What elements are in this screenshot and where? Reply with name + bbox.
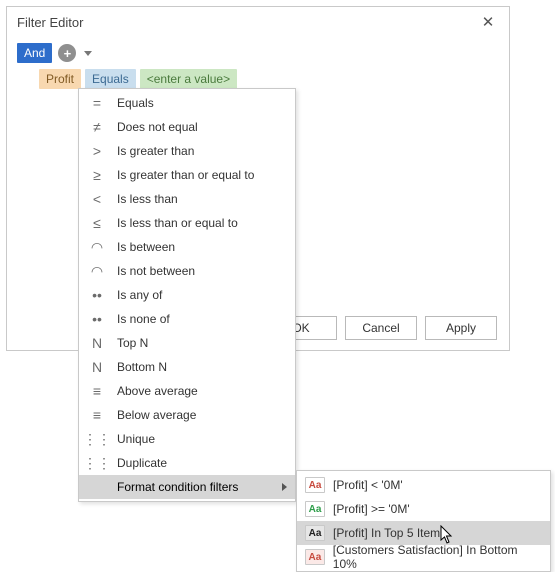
operator-menu-item[interactable]: < Is less than [79,187,295,211]
operator-item-label: Is none of [117,312,287,326]
operator-item-icon: > [87,141,107,161]
dialog-title: Filter Editor [17,15,83,30]
operator-menu-item[interactable]: ≠ Does not equal [79,115,295,139]
operator-item-label: Is any of [117,288,287,302]
operator-item-icon: ⋮⋮ [87,429,107,449]
operator-item-label: Top N [117,336,287,350]
operator-menu-item[interactable]: Format condition filters [79,475,295,499]
format-preview-icon: Aa [305,477,325,493]
titlebar: Filter Editor ✕ [7,7,509,37]
format-submenu-item[interactable]: Aa [Profit] < '0M' [297,473,550,497]
operator-item-icon: N [87,333,107,353]
format-submenu-label: [Profit] In Top 5 Items [333,526,446,540]
operator-item-icon: ≠ [87,117,107,137]
value-operand[interactable]: <enter a value> [140,69,237,89]
format-preview-icon: Aa [305,501,325,517]
submenu-arrow-icon [282,483,287,491]
field-operand[interactable]: Profit [39,69,81,89]
operator-menu-item[interactable]: ◠ Is not between [79,259,295,283]
format-preview-icon: Aa [305,525,325,541]
operator-menu-item[interactable]: N Top N [79,331,295,355]
operator-item-label: Is greater than or equal to [117,168,287,182]
operator-menu-item[interactable]: ◠ Is between [79,235,295,259]
operator-item-icon: •• [87,285,107,305]
operator-item-icon: •• [87,309,107,329]
root-group-row: And + [17,43,499,63]
condition-row: Profit Equals <enter a value> [39,69,499,89]
operator-menu-item[interactable]: ⋮⋮ Duplicate [79,451,295,475]
operator-menu[interactable]: = Equals ≠ Does not equal > Is greater than ≥ I… [78,88,296,502]
operator-item-label: Duplicate [117,456,287,470]
format-submenu-item[interactable]: Aa [Customers Satisfaction] In Bottom 10% [297,545,550,569]
operator-item-icon: ≡ [87,381,107,401]
operator-item-icon: ≤ [87,213,107,233]
operator-menu-item[interactable]: N Bottom N [79,355,295,379]
operator-menu-item[interactable]: ≥ Is greater than or equal to [79,163,295,187]
operator-menu-item[interactable]: ≡ Above average [79,379,295,403]
operator-item-icon: ◠ [87,237,107,257]
add-condition-button[interactable]: + [58,44,76,62]
format-submenu-label: [Customers Satisfaction] In Bottom 10% [333,543,542,571]
operator-menu-item[interactable]: ≡ Below average [79,403,295,427]
close-icon[interactable]: ✕ [475,9,501,35]
operator-item-label: Is less than [117,192,287,206]
apply-button[interactable]: Apply [425,316,497,340]
operator-item-icon: ≡ [87,405,107,425]
operator-item-icon [87,477,107,497]
format-preview-icon: Aa [305,549,325,565]
operator-item-icon: ◠ [87,261,107,281]
operator-item-icon: ≥ [87,165,107,185]
operator-item-label: Bottom N [117,360,287,374]
operator-menu-item[interactable]: ⋮⋮ Unique [79,427,295,451]
chevron-down-icon[interactable] [84,51,92,56]
operator-item-label: Above average [117,384,287,398]
operator-item-label: Is greater than [117,144,287,158]
operator-menu-item[interactable]: •• Is none of [79,307,295,331]
operator-item-icon: N [87,357,107,377]
dialog-buttons: OK Cancel Apply [265,316,497,340]
operator-item-label: Below average [117,408,287,422]
operator-item-label: Unique [117,432,287,446]
format-condition-submenu[interactable]: Aa [Profit] < '0M' Aa [Profit] >= '0M' Aa [Pr… [296,470,551,572]
operator-menu-item[interactable]: = Equals [79,91,295,115]
operator-item-label: Is between [117,240,287,254]
operator-item-label: Is not between [117,264,287,278]
format-submenu-label: [Profit] < '0M' [333,478,403,492]
format-submenu-item[interactable]: Aa [Profit] >= '0M' [297,497,550,521]
operator-operand[interactable]: Equals [85,69,136,89]
dialog-body: And + Profit Equals <enter a value> [7,37,509,95]
operator-item-icon: < [87,189,107,209]
operator-item-label: Format condition filters [117,480,272,494]
operator-menu-item[interactable]: •• Is any of [79,283,295,307]
operator-item-label: Equals [117,96,287,110]
operator-menu-item[interactable]: > Is greater than [79,139,295,163]
operator-item-icon: ⋮⋮ [87,453,107,473]
format-submenu-label: [Profit] >= '0M' [333,502,410,516]
operator-item-icon: = [87,93,107,113]
operator-item-label: Does not equal [117,120,287,134]
group-operator[interactable]: And [17,43,52,63]
operator-item-label: Is less than or equal to [117,216,287,230]
operator-menu-item[interactable]: ≤ Is less than or equal to [79,211,295,235]
cancel-button[interactable]: Cancel [345,316,417,340]
format-submenu-item[interactable]: Aa [Profit] In Top 5 Items [297,521,550,545]
